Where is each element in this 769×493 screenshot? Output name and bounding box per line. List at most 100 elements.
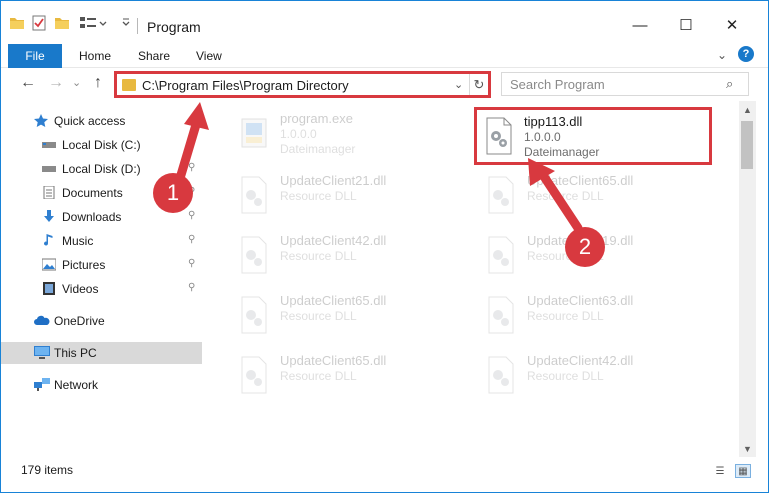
help-icon[interactable]: ? [738, 46, 754, 62]
large-icons-view-icon[interactable]: ▦ [735, 464, 751, 478]
sidebar-item-this-pc[interactable]: This PC [1, 342, 202, 364]
sidebar-item-music[interactable]: Music ⚲ [1, 230, 202, 252]
file-type: Resource DLL [280, 249, 357, 263]
address-dropdown-icon[interactable]: ⌄ [454, 78, 463, 91]
sidebar-item-label: Downloads [62, 210, 122, 224]
file-item[interactable]: UpdateClient42.dll Resource DLL [230, 231, 470, 281]
search-box[interactable]: Search Program ⌕ [501, 72, 749, 96]
file-item-tipp113-dll[interactable]: tipp113.dll 1.0.0.0 Dateimanager [474, 107, 712, 165]
sidebar-item-label: OneDrive [54, 314, 105, 328]
view-options-icon[interactable] [79, 15, 97, 31]
recent-locations-button[interactable]: ⌄ [72, 76, 81, 89]
file-item[interactable]: UpdateClient21.dll Resource DLL [230, 171, 470, 221]
navigation-pane: Quick access Local Disk (C:) ⚲ Local Dis… [1, 101, 208, 457]
pin-icon[interactable]: ⚲ [188, 258, 195, 269]
file-type: Resource DLL [527, 309, 604, 323]
title-bar: Program — ☐ ✕ [1, 1, 768, 41]
address-folder-icon [122, 79, 136, 91]
vertical-scrollbar[interactable]: ▲ ▼ [739, 101, 756, 457]
pin-icon[interactable]: ⚲ [188, 234, 195, 245]
onedrive-icon [34, 315, 50, 325]
expand-ribbon-icon[interactable]: ⌄ [717, 48, 727, 62]
qa-chevron-down-icon[interactable] [98, 15, 108, 31]
tab-share[interactable]: Share [138, 49, 170, 63]
file-name: program.exe [280, 111, 353, 126]
customize-toolbar-icon[interactable] [121, 15, 131, 31]
sidebar-item-videos[interactable]: Videos ⚲ [1, 278, 202, 300]
search-icon[interactable]: ⌕ [726, 76, 733, 92]
minimize-button[interactable]: — [625, 13, 655, 37]
scroll-down-icon[interactable]: ▼ [739, 440, 756, 457]
dll-file-icon [241, 296, 267, 334]
maximize-button[interactable]: ☐ [671, 13, 701, 37]
pin-icon[interactable]: ⚲ [188, 282, 195, 293]
ribbon-tabs: File Home Share View ⌄ ? [1, 41, 768, 68]
file-item[interactable]: UpdateClient65.dll Resource DLL [230, 351, 470, 401]
sidebar-item-label: This PC [54, 346, 97, 360]
tab-view[interactable]: View [196, 49, 222, 63]
file-description: Dateimanager [280, 142, 356, 156]
file-item[interactable]: UpdateClient65.dll Resource DLL [230, 291, 470, 341]
properties-icon[interactable] [31, 15, 47, 31]
forward-button[interactable]: → [48, 74, 64, 92]
file-name: tipp113.dll [524, 114, 583, 129]
sidebar-item-local-disk-c[interactable]: Local Disk (C:) ⚲ [1, 134, 202, 156]
file-list: program.exe 1.0.0.0 Dateimanager tipp113… [208, 101, 739, 457]
sidebar-item-label: Network [54, 378, 99, 392]
address-bar[interactable]: C:\Program Files\Program Directory ⌄ ↻ [114, 71, 491, 98]
file-item[interactable]: UpdateClient65.dll Resource DLL [477, 171, 717, 221]
address-path[interactable]: C:\Program Files\Program Directory [142, 78, 349, 93]
sidebar-item-onedrive[interactable]: OneDrive [1, 310, 202, 332]
drive-icon [42, 142, 56, 148]
details-view-icon[interactable]: ☰ [712, 464, 728, 478]
star-icon [34, 114, 48, 127]
documents-icon [43, 186, 55, 199]
file-item-program-exe[interactable]: program.exe 1.0.0.0 Dateimanager [230, 109, 470, 159]
file-item[interactable]: UpdateClient42.dll Resource DLL [477, 351, 717, 401]
dll-file-icon [486, 117, 512, 155]
pin-icon[interactable]: ⚲ [188, 138, 195, 149]
sidebar-item-label: Local Disk (C:) [62, 138, 141, 152]
pin-icon[interactable]: ⚲ [188, 162, 195, 173]
dll-file-icon [241, 176, 267, 214]
file-item[interactable]: UpdateClient63.dll Resource DLL [477, 291, 717, 341]
sidebar-item-label: Documents [62, 186, 123, 200]
dll-file-icon [241, 356, 267, 394]
up-button[interactable]: ↑ [94, 74, 102, 92]
sidebar-item-network[interactable]: Network [1, 374, 202, 396]
exe-file-icon [241, 118, 267, 148]
refresh-button[interactable]: ↻ [469, 74, 488, 95]
scroll-up-icon[interactable]: ▲ [739, 101, 756, 118]
pc-icon [34, 346, 50, 359]
sidebar-item-label: Videos [62, 282, 99, 296]
sidebar-item-pictures[interactable]: Pictures ⚲ [1, 254, 202, 276]
tab-file[interactable]: File [8, 44, 62, 68]
sidebar-item-label: Pictures [62, 258, 106, 272]
sidebar-item-quick-access[interactable]: Quick access [1, 110, 202, 132]
file-name: UpdateClient42.dll [527, 353, 634, 368]
scroll-thumb[interactable] [741, 121, 753, 169]
step-1-badge: 1 [153, 173, 193, 213]
back-button[interactable]: ← [20, 74, 36, 92]
search-input[interactable]: Search Program [510, 77, 605, 92]
status-bar: 179 items ☰ ▦ [1, 457, 768, 492]
window-title: Program [147, 19, 201, 35]
dll-file-icon [488, 236, 514, 274]
dll-file-icon [488, 176, 514, 214]
item-count: 179 items [21, 463, 74, 477]
folder-icon[interactable] [9, 15, 25, 31]
music-icon [44, 234, 53, 246]
tab-home[interactable]: Home [79, 49, 111, 63]
network-icon [34, 378, 50, 391]
pin-icon[interactable]: ⚲ [188, 210, 195, 221]
new-folder-icon[interactable] [54, 15, 70, 31]
file-name: UpdateClient65.dll [280, 353, 387, 368]
file-description: Dateimanager [524, 145, 600, 159]
close-button[interactable]: ✕ [717, 13, 747, 37]
dll-file-icon [488, 356, 514, 394]
dll-file-icon [488, 296, 514, 334]
file-version: 1.0.0.0 [524, 130, 561, 144]
file-type: Resource DLL [527, 189, 604, 203]
step-2-badge: 2 [565, 227, 605, 267]
dll-file-icon [241, 236, 267, 274]
